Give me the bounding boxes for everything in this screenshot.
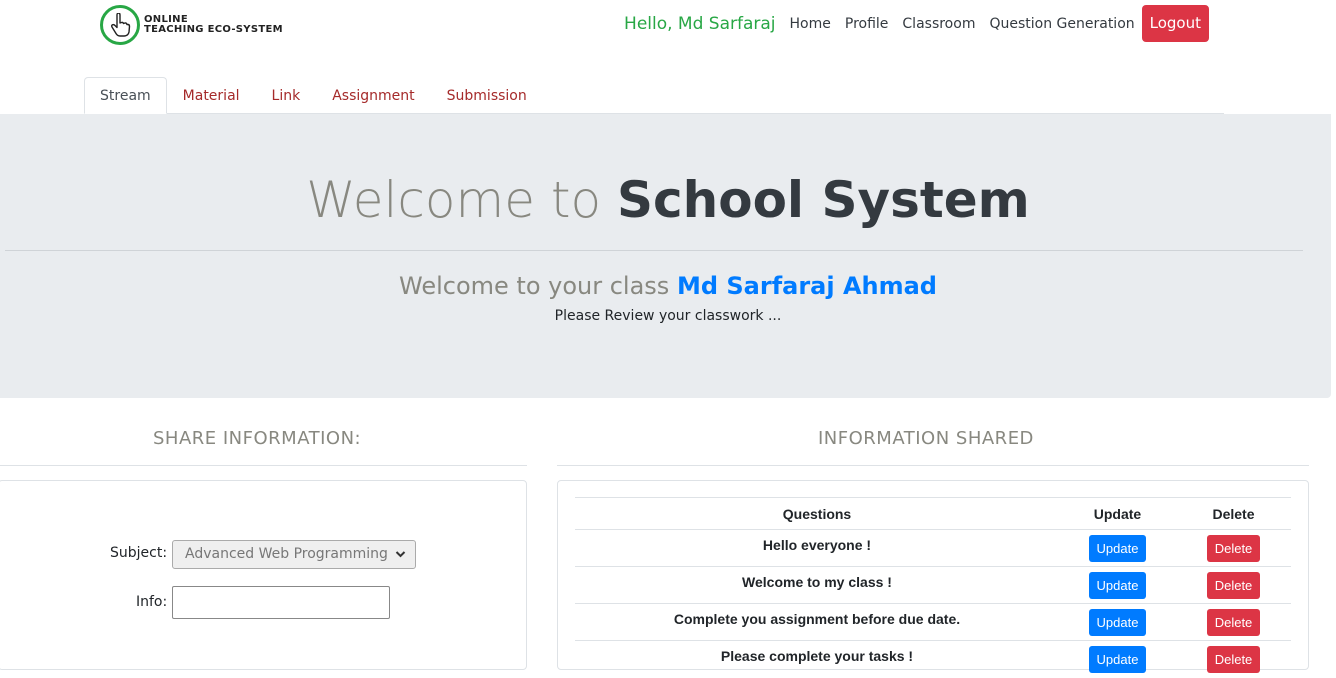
table-row: Please complete your tasks ! Update Dele… (575, 640, 1291, 678)
question-cell: Welcome to my class ! (575, 566, 1059, 604)
information-shared-heading: INFORMATION SHARED (818, 428, 1034, 449)
tab-material[interactable]: Material (167, 77, 256, 114)
table-row: Hello everyone ! Update Delete (575, 529, 1291, 567)
questions-column-header: Questions (575, 497, 1059, 530)
nav-profile-link[interactable]: Profile (845, 16, 889, 32)
welcome-jumbotron (0, 114, 1331, 398)
welcome-title-bold: School System (616, 171, 1030, 229)
delete-button[interactable]: Delete (1206, 571, 1261, 599)
update-button[interactable]: Update (1088, 608, 1147, 636)
hand-pointer-icon (100, 5, 140, 45)
table-row: Welcome to my class ! Update Delete (575, 566, 1291, 604)
logout-button[interactable]: Logout (1141, 5, 1209, 42)
review-prompt: Please Review your classwork ... (554, 308, 782, 324)
tab-assignment[interactable]: Assignment (316, 77, 430, 114)
info-input[interactable] (172, 586, 390, 619)
jumbotron-divider (5, 250, 1303, 251)
brand-line-2: TEACHING ECO-SYSTEM (144, 24, 283, 35)
shared-divider (557, 465, 1309, 466)
student-name: Md Sarfaraj Ahmad (676, 272, 937, 300)
brand-logo[interactable]: ONLINE TEACHING ECO-SYSTEM (100, 5, 283, 45)
subject-label: Subject: (110, 545, 168, 561)
share-form-card (0, 480, 527, 670)
info-label: Info: (136, 594, 168, 610)
top-navbar: ONLINE TEACHING ECO-SYSTEM Hello, Md Sar… (0, 0, 1336, 50)
table-header-row: Questions Update Delete (575, 497, 1291, 530)
nav-home-link[interactable]: Home (790, 16, 831, 32)
tab-stream[interactable]: Stream (84, 77, 167, 114)
question-cell: Please complete your tasks ! (575, 640, 1059, 678)
share-information-heading: SHARE INFORMATION: (153, 428, 362, 449)
delete-button[interactable]: Delete (1206, 534, 1261, 562)
update-button[interactable]: Update (1088, 571, 1147, 599)
question-cell: Hello everyone ! (575, 529, 1059, 567)
tab-link[interactable]: Link (256, 77, 317, 114)
shared-questions-table: Questions Update Delete Hello everyone !… (575, 497, 1291, 678)
class-tabs: Stream Material Link Assignment Submissi… (84, 77, 1224, 114)
delete-column-header: Delete (1176, 497, 1291, 530)
table-row: Complete you assignment before due date.… (575, 603, 1291, 641)
chevron-down-icon (395, 541, 406, 578)
update-column-header: Update (1059, 497, 1176, 530)
nav-question-generation-link[interactable]: Question Generation (989, 16, 1134, 32)
welcome-title-light: Welcome to (306, 171, 602, 229)
subject-selected-value: Advanced Web Programming (185, 546, 388, 562)
update-button[interactable]: Update (1088, 645, 1147, 673)
nav-classroom-link[interactable]: Classroom (902, 16, 975, 32)
question-cell: Complete you assignment before due date. (575, 603, 1059, 641)
delete-button[interactable]: Delete (1206, 645, 1261, 673)
welcome-subtitle: Welcome to your class Md Sarfaraj Ahmad (0, 269, 1336, 303)
delete-button[interactable]: Delete (1206, 608, 1261, 636)
update-button[interactable]: Update (1088, 534, 1147, 562)
user-greeting: Hello, Md Sarfaraj (624, 13, 776, 34)
welcome-subtitle-light: Welcome to your class (399, 272, 670, 300)
welcome-title: Welcome to School System (0, 170, 1336, 230)
share-divider (0, 465, 527, 466)
tab-submission[interactable]: Submission (431, 77, 543, 114)
subject-select[interactable]: Advanced Web Programming (172, 540, 416, 569)
